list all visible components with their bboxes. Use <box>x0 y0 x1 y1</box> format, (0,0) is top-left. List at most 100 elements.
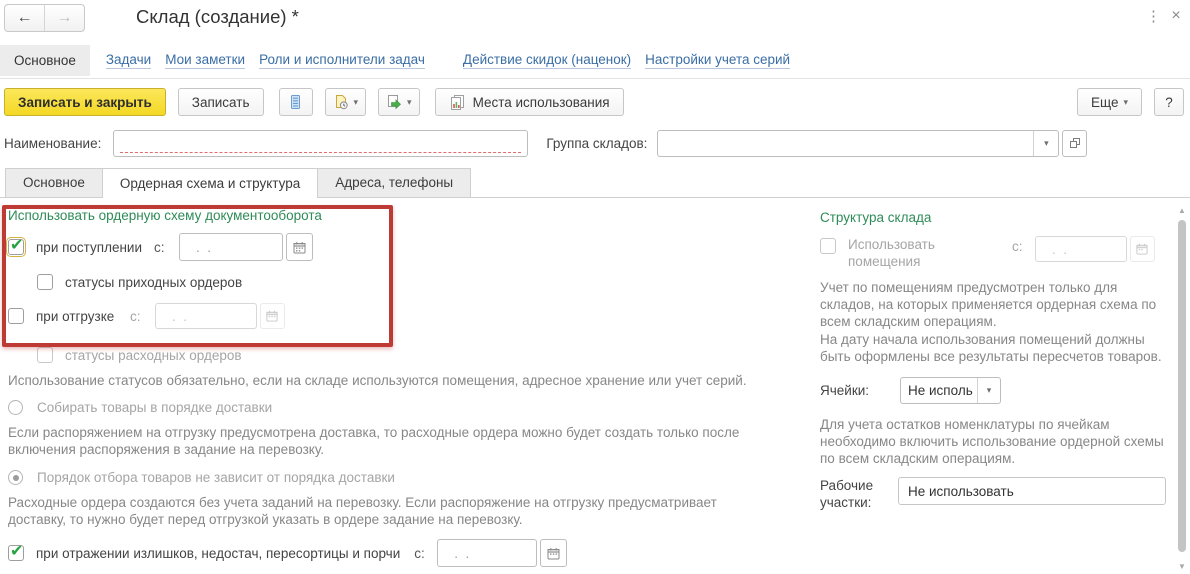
header-fields-row: Наименование: Группа складов: ▾ <box>4 129 1190 157</box>
more-menu-icon[interactable]: ⋮ <box>1146 7 1160 25</box>
group-open-button[interactable] <box>1062 130 1087 157</box>
premises-date-input[interactable] <box>1035 236 1127 262</box>
shipment-from-label: с: <box>130 309 141 324</box>
shipment-row: при отгрузке с: <box>8 303 776 329</box>
register-records-button[interactable] <box>279 88 313 116</box>
receipt-from-label: с: <box>154 240 165 255</box>
page-title: Склад (создание) * <box>136 6 299 28</box>
name-input[interactable] <box>113 130 528 157</box>
surplus-date-input[interactable] <box>437 539 537 567</box>
group-input[interactable] <box>658 131 1033 156</box>
chevron-down-icon: ▾ <box>1044 139 1049 148</box>
work-areas-label: Рабочие участки: <box>820 477 898 511</box>
nav-link-my-notes[interactable]: Мои заметки <box>165 52 245 69</box>
back-button[interactable]: ← <box>5 5 44 31</box>
forward-button[interactable]: → <box>44 5 84 31</box>
shipment-statuses-checkbox[interactable] <box>37 347 53 363</box>
pick-independent-label: Порядок отбора товаров не зависит от пор… <box>37 470 395 485</box>
receipt-statuses-label: статусы приходных ордеров <box>65 275 242 290</box>
copy-button[interactable]: ▾ <box>378 88 420 116</box>
surplus-from-label: с: <box>414 546 425 561</box>
premises-from-label: с: <box>1012 239 1023 254</box>
receipt-calendar-button[interactable] <box>286 233 313 261</box>
forward-arrow-icon: → <box>57 9 73 27</box>
more-label: Еще <box>1091 95 1118 110</box>
shipment-label: при отгрузке <box>36 309 118 324</box>
work-areas-row: Рабочие участки: Не использовать <box>820 477 1178 511</box>
receipt-label: при поступлении <box>36 240 142 255</box>
calendar-icon <box>293 241 306 254</box>
check-icon: ✔ <box>10 541 23 561</box>
pick-independent-row: Порядок отбора товаров не зависит от пор… <box>8 470 776 485</box>
pick-independent-radio[interactable] <box>8 470 23 485</box>
tab-main[interactable]: Основное <box>5 168 103 197</box>
pick-by-delivery-label: Собирать товары в порядке доставки <box>37 400 272 415</box>
vertical-scrollbar[interactable]: ▲ ▼ <box>1176 204 1188 572</box>
shipment-date-input[interactable] <box>155 303 257 329</box>
surplus-checkbox[interactable]: ✔ <box>8 545 24 561</box>
chevron-down-icon: ▾ <box>987 386 992 395</box>
warehouse-create-window: ← → Склад (создание) * ⋮ × Основное Зада… <box>0 0 1190 574</box>
name-field-wrap <box>113 130 528 157</box>
tab-addresses[interactable]: Адреса, телефоны <box>317 168 471 197</box>
receipt-statuses-checkbox[interactable] <box>37 274 53 290</box>
chevron-down-icon: ▾ <box>1123 98 1128 107</box>
cells-value: Не исполь <box>901 378 977 403</box>
create-based-on-button[interactable]: ▾ <box>325 88 367 116</box>
close-icon[interactable]: × <box>1168 7 1184 25</box>
scrollbar-thumb[interactable] <box>1178 220 1186 552</box>
help-button[interactable]: ? <box>1154 88 1184 116</box>
save-button[interactable]: Записать <box>178 88 264 116</box>
nav-item-main[interactable]: Основное <box>0 45 90 76</box>
nav-link-discounts[interactable]: Действие скидок (наценок) <box>463 52 631 69</box>
receipt-checkbox[interactable]: ✔ <box>8 239 24 255</box>
places-of-use-label: Места использования <box>473 95 610 110</box>
premises-note-2: На дату начала использования помещений д… <box>820 331 1172 365</box>
shipment-calendar-button[interactable] <box>260 303 285 329</box>
scroll-up-icon[interactable]: ▲ <box>1176 204 1188 216</box>
cells-label: Ячейки: <box>820 383 900 398</box>
save-and-close-button[interactable]: Записать и закрыть <box>4 88 166 116</box>
pick-by-delivery-note: Если распоряжением на отгрузку предусмот… <box>8 424 776 458</box>
nav-link-series-settings[interactable]: Настройки учета серий <box>645 52 790 69</box>
nav-link-tasks[interactable]: Задачи <box>106 52 151 69</box>
warehouse-structure-section: Структура склада Использовать помещения … <box>820 198 1178 511</box>
order-scheme-title: Использовать ордерную схему документообо… <box>8 208 776 223</box>
toolbar: Записать и закрыть Записать ▾ ▾ <box>0 86 1190 118</box>
history-nav-group: ← → <box>4 4 85 32</box>
group-dropdown-button[interactable]: ▾ <box>1033 131 1058 156</box>
chevron-down-icon: ▾ <box>354 98 359 107</box>
premises-checkbox[interactable] <box>820 238 836 254</box>
calendar-icon <box>547 547 560 560</box>
surplus-calendar-button[interactable] <box>540 539 567 567</box>
shipment-checkbox[interactable] <box>8 308 24 324</box>
check-icon: ✔ <box>10 235 23 255</box>
calendar-icon <box>266 310 278 322</box>
premises-label: Использовать помещения <box>848 236 970 270</box>
order-scheme-section: Использовать ордерную схему документообо… <box>8 198 776 567</box>
receipt-date-input[interactable] <box>179 233 283 261</box>
statuses-note: Использование статусов обязательно, если… <box>8 372 776 389</box>
surplus-label: при отражении излишков, недостач, пересо… <box>36 546 400 561</box>
shipment-statuses-label: статусы расходных ордеров <box>65 348 242 363</box>
scroll-down-icon[interactable]: ▼ <box>1176 560 1188 572</box>
cells-note: Для учета остатков номенклатуры по ячейк… <box>820 416 1172 467</box>
pick-by-delivery-row: Собирать товары в порядке доставки <box>8 400 776 415</box>
cells-dropdown-button[interactable]: ▾ <box>977 378 1000 403</box>
places-of-use-button[interactable]: Места использования <box>435 88 624 116</box>
more-button[interactable]: Еще ▾ <box>1077 88 1142 116</box>
nav-link-roles[interactable]: Роли и исполнители задач <box>259 52 425 69</box>
structure-title: Структура склада <box>820 210 1178 225</box>
cells-row: Ячейки: Не исполь ▾ <box>820 377 1178 404</box>
pick-independent-note: Расходные ордера создаются без учета зад… <box>8 494 776 528</box>
cells-select[interactable]: Не исполь ▾ <box>900 377 1001 404</box>
tab-bar: Основное Ордерная схема и структура Адре… <box>0 169 1190 198</box>
premises-calendar-button[interactable] <box>1130 236 1155 262</box>
group-combo: ▾ <box>657 130 1059 157</box>
help-icon: ? <box>1165 95 1173 110</box>
work-areas-field[interactable]: Не использовать <box>898 477 1166 505</box>
tab-order-scheme[interactable]: Ордерная схема и структура <box>102 168 318 198</box>
receipt-statuses-row: статусы приходных ордеров <box>37 274 776 290</box>
chevron-down-icon: ▾ <box>407 98 412 107</box>
pick-by-delivery-radio[interactable] <box>8 400 23 415</box>
